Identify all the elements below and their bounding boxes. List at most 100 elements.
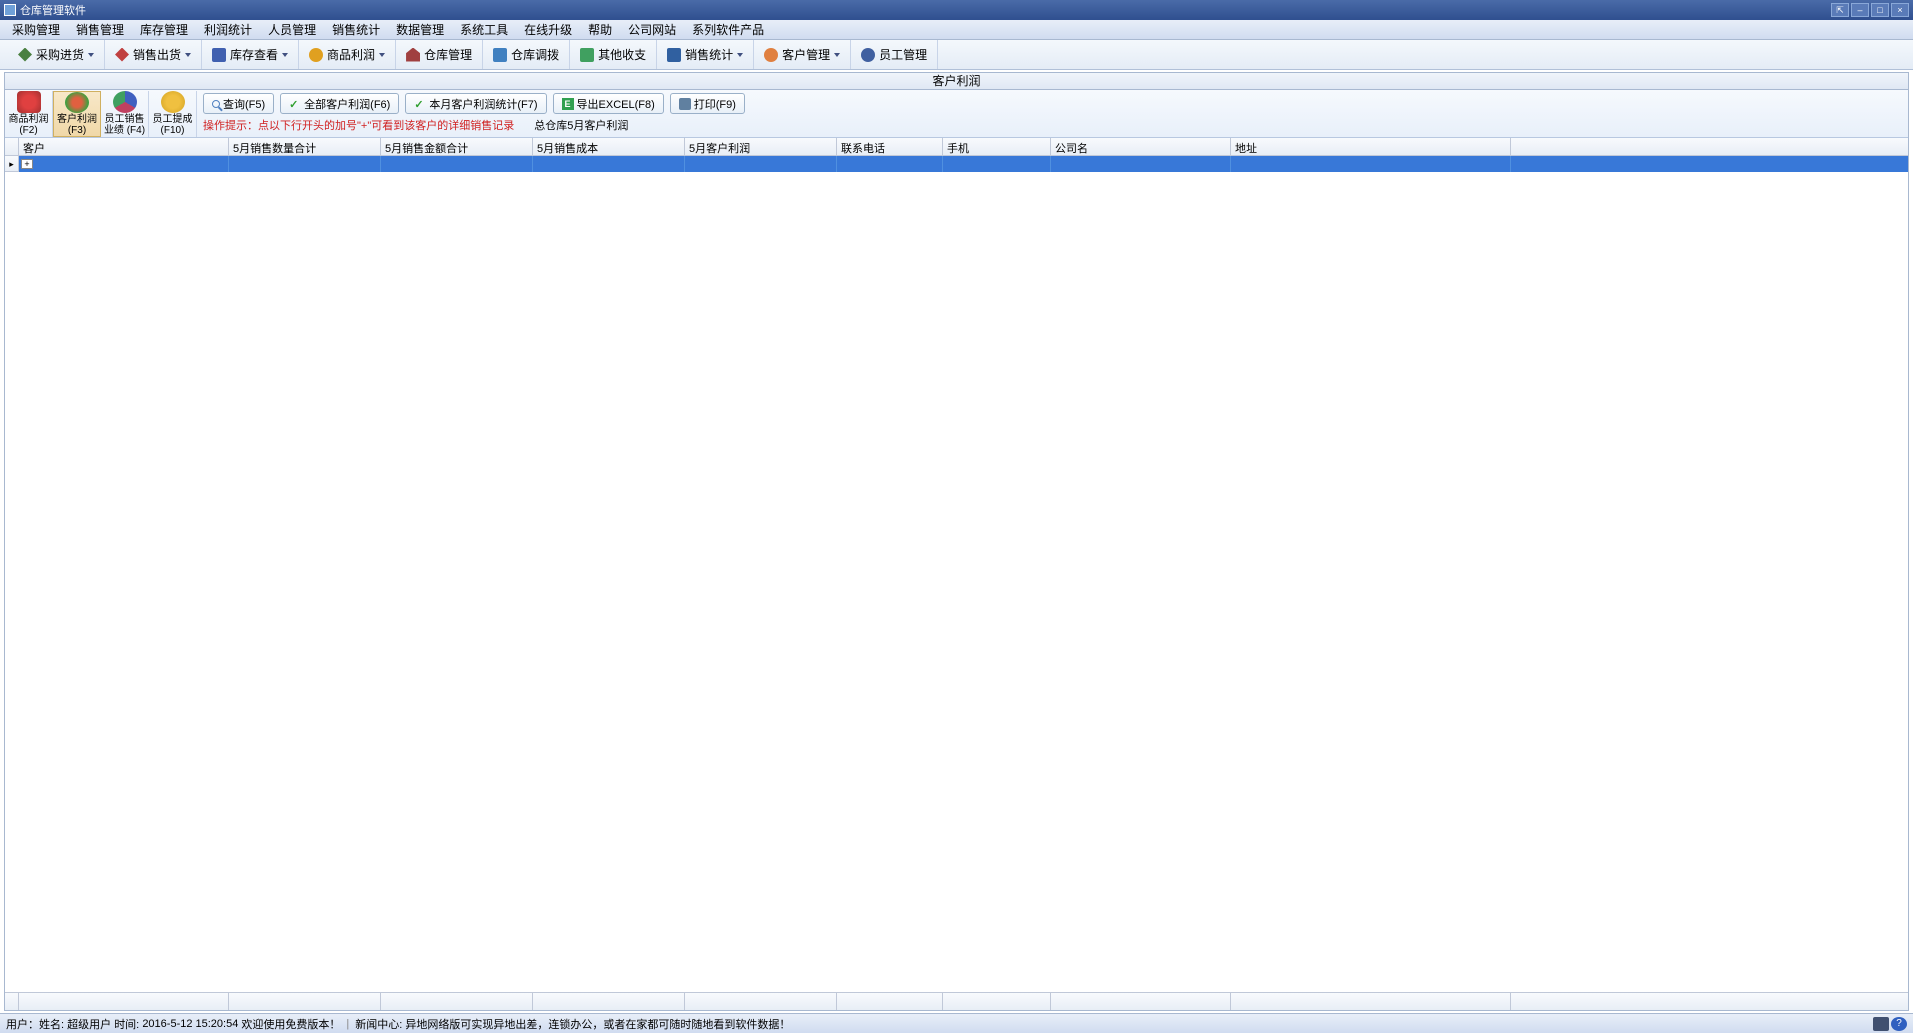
toolbar-btn-customer[interactable]: 客户管理: [754, 40, 851, 69]
customer-icon: [764, 48, 778, 62]
menu-item-2[interactable]: 库存管理: [132, 19, 196, 40]
grid-cell[interactable]: [1231, 156, 1511, 172]
stock-icon: [212, 48, 226, 62]
action-btn-4[interactable]: 打印(F9): [670, 93, 745, 114]
ribbon-btn-3[interactable]: 员工提成(F10): [149, 91, 197, 137]
main-toolbar: 采购进货 销售出货 库存查看 商品利润仓库管理仓库调拨 其他收支 销售统计 客户管理 员工管理: [0, 40, 1913, 70]
grid-cell[interactable]: [229, 156, 381, 172]
chevron-down-icon: [737, 53, 743, 57]
toolbar-label: 销售统计: [685, 46, 733, 63]
sb-name-value: 超级用户: [67, 1016, 111, 1032]
grid-cell[interactable]: [1051, 156, 1231, 172]
grid-body[interactable]: ▸ +: [5, 156, 1908, 992]
column-header-5[interactable]: 联系电话: [837, 138, 943, 155]
toolbar-btn-warehouse[interactable]: 仓库管理: [396, 40, 483, 69]
chevron-down-icon: [834, 53, 840, 57]
action-label: 导出EXCEL(F8): [577, 96, 655, 112]
tab-header: 客户利润: [4, 72, 1909, 90]
content-area: 商品利润(F2)客户利润(F3)员工销售业绩 (F4)员工提成(F10)查询(F…: [4, 90, 1909, 1011]
operation-hint: 操作提示：点以下行开头的加号"+"可看到该客户的详细销售记录: [203, 117, 514, 133]
column-header-2[interactable]: 5月销售金额合计: [381, 138, 533, 155]
column-header-6[interactable]: 手机: [943, 138, 1051, 155]
grid-footer-cell: [1231, 993, 1511, 1010]
column-header-7[interactable]: 公司名: [1051, 138, 1231, 155]
grid-cell[interactable]: [837, 156, 943, 172]
menu-item-6[interactable]: 数据管理: [388, 19, 452, 40]
search-icon: [212, 100, 220, 108]
column-header-1[interactable]: 5月销售数量合计: [229, 138, 381, 155]
action-label: 本月客户利润统计(F7): [429, 96, 537, 112]
toolbar-label: 采购进货: [36, 46, 84, 63]
toolbar-btn-purchase[interactable]: 采购进货: [8, 40, 105, 69]
toolbar-btn-ship[interactable]: 销售出货: [105, 40, 202, 69]
column-header-3[interactable]: 5月销售成本: [533, 138, 685, 155]
column-header-4[interactable]: 5月客户利润: [685, 138, 837, 155]
toolbar-btn-other[interactable]: 其他收支: [570, 40, 657, 69]
employee-icon: [861, 48, 875, 62]
grid-cell[interactable]: [943, 156, 1051, 172]
toolbar-btn-transfer[interactable]: 仓库调拨: [483, 40, 570, 69]
profit-icon: [17, 91, 41, 113]
grid-indicator-header: [5, 138, 19, 155]
action-btn-0[interactable]: 查询(F5): [203, 93, 274, 114]
grid-footer-cell: [685, 993, 837, 1010]
table-row[interactable]: ▸ +: [5, 156, 1908, 172]
sb-time-value: 2016-5-12 15:20:54: [142, 1018, 238, 1030]
menu-item-1[interactable]: 销售管理: [68, 19, 132, 40]
menu-item-5[interactable]: 销售统计: [324, 19, 388, 40]
expand-button[interactable]: +: [21, 159, 33, 169]
grid-cell[interactable]: [685, 156, 837, 172]
ribbon-label-1: 员工销售: [105, 114, 145, 125]
action-label: 查询(F5): [223, 96, 265, 112]
ribbon-label-2: 业绩 (F4): [104, 125, 145, 136]
column-header-8[interactable]: 地址: [1231, 138, 1511, 155]
grid-footer-cell: [229, 993, 381, 1010]
help-icon[interactable]: ?: [1891, 1017, 1907, 1031]
grid-cell[interactable]: [381, 156, 533, 172]
menu-item-3[interactable]: 利润统计: [196, 19, 260, 40]
grid-footer-indicator: [5, 993, 19, 1010]
minimize-button[interactable]: –: [1851, 3, 1869, 17]
action-label: 全部客户利润(F6): [304, 96, 390, 112]
app-icon: [4, 4, 16, 16]
ship-icon: [115, 48, 129, 62]
grid-footer-cell: [943, 993, 1051, 1010]
transfer-icon: [493, 48, 507, 62]
maximize-button[interactable]: □: [1871, 3, 1889, 17]
menu-item-10[interactable]: 公司网站: [620, 19, 684, 40]
menu-item-9[interactable]: 帮助: [580, 19, 620, 40]
ribbon-btn-2[interactable]: 员工销售业绩 (F4): [101, 91, 149, 137]
toolbar-btn-stats[interactable]: 销售统计: [657, 40, 754, 69]
ribbon: 商品利润(F2)客户利润(F3)员工销售业绩 (F4)员工提成(F10)查询(F…: [5, 90, 1908, 138]
purchase-icon: [18, 48, 32, 62]
action-btn-3[interactable]: E导出EXCEL(F8): [553, 93, 664, 114]
close-button[interactable]: ×: [1891, 3, 1909, 17]
menubar: 采购管理销售管理库存管理利润统计人员管理销售统计数据管理系统工具在线升级帮助公司…: [0, 20, 1913, 40]
warehouse-icon: [406, 48, 420, 62]
perf-icon: [113, 91, 137, 113]
tray-icon[interactable]: [1873, 1017, 1889, 1031]
toolbar-label: 员工管理: [879, 46, 927, 63]
toolbar-btn-profit[interactable]: 商品利润: [299, 40, 396, 69]
restore-button[interactable]: ⇱: [1831, 3, 1849, 17]
menu-item-11[interactable]: 系列软件产品: [684, 19, 772, 40]
toolbar-btn-employee[interactable]: 员工管理: [851, 40, 938, 69]
print-icon: [679, 98, 691, 110]
grid-footer-cell: [19, 993, 229, 1010]
grid-cell[interactable]: [533, 156, 685, 172]
menu-item-0[interactable]: 采购管理: [4, 19, 68, 40]
menu-item-8[interactable]: 在线升级: [516, 19, 580, 40]
menu-item-7[interactable]: 系统工具: [452, 19, 516, 40]
toolbar-label: 其他收支: [598, 46, 646, 63]
menu-item-4[interactable]: 人员管理: [260, 19, 324, 40]
toolbar-label: 库存查看: [230, 46, 278, 63]
action-btn-1[interactable]: ✓全部客户利润(F6): [280, 93, 399, 114]
window-buttons: ⇱ – □ ×: [1831, 3, 1909, 17]
toolbar-label: 销售出货: [133, 46, 181, 63]
ribbon-btn-1[interactable]: 客户利润(F3): [53, 91, 101, 137]
action-btn-2[interactable]: ✓本月客户利润统计(F7): [405, 93, 546, 114]
column-header-0[interactable]: 客户: [19, 138, 229, 155]
stats-icon: [667, 48, 681, 62]
ribbon-btn-0[interactable]: 商品利润(F2): [5, 91, 53, 137]
toolbar-btn-stock[interactable]: 库存查看: [202, 40, 299, 69]
